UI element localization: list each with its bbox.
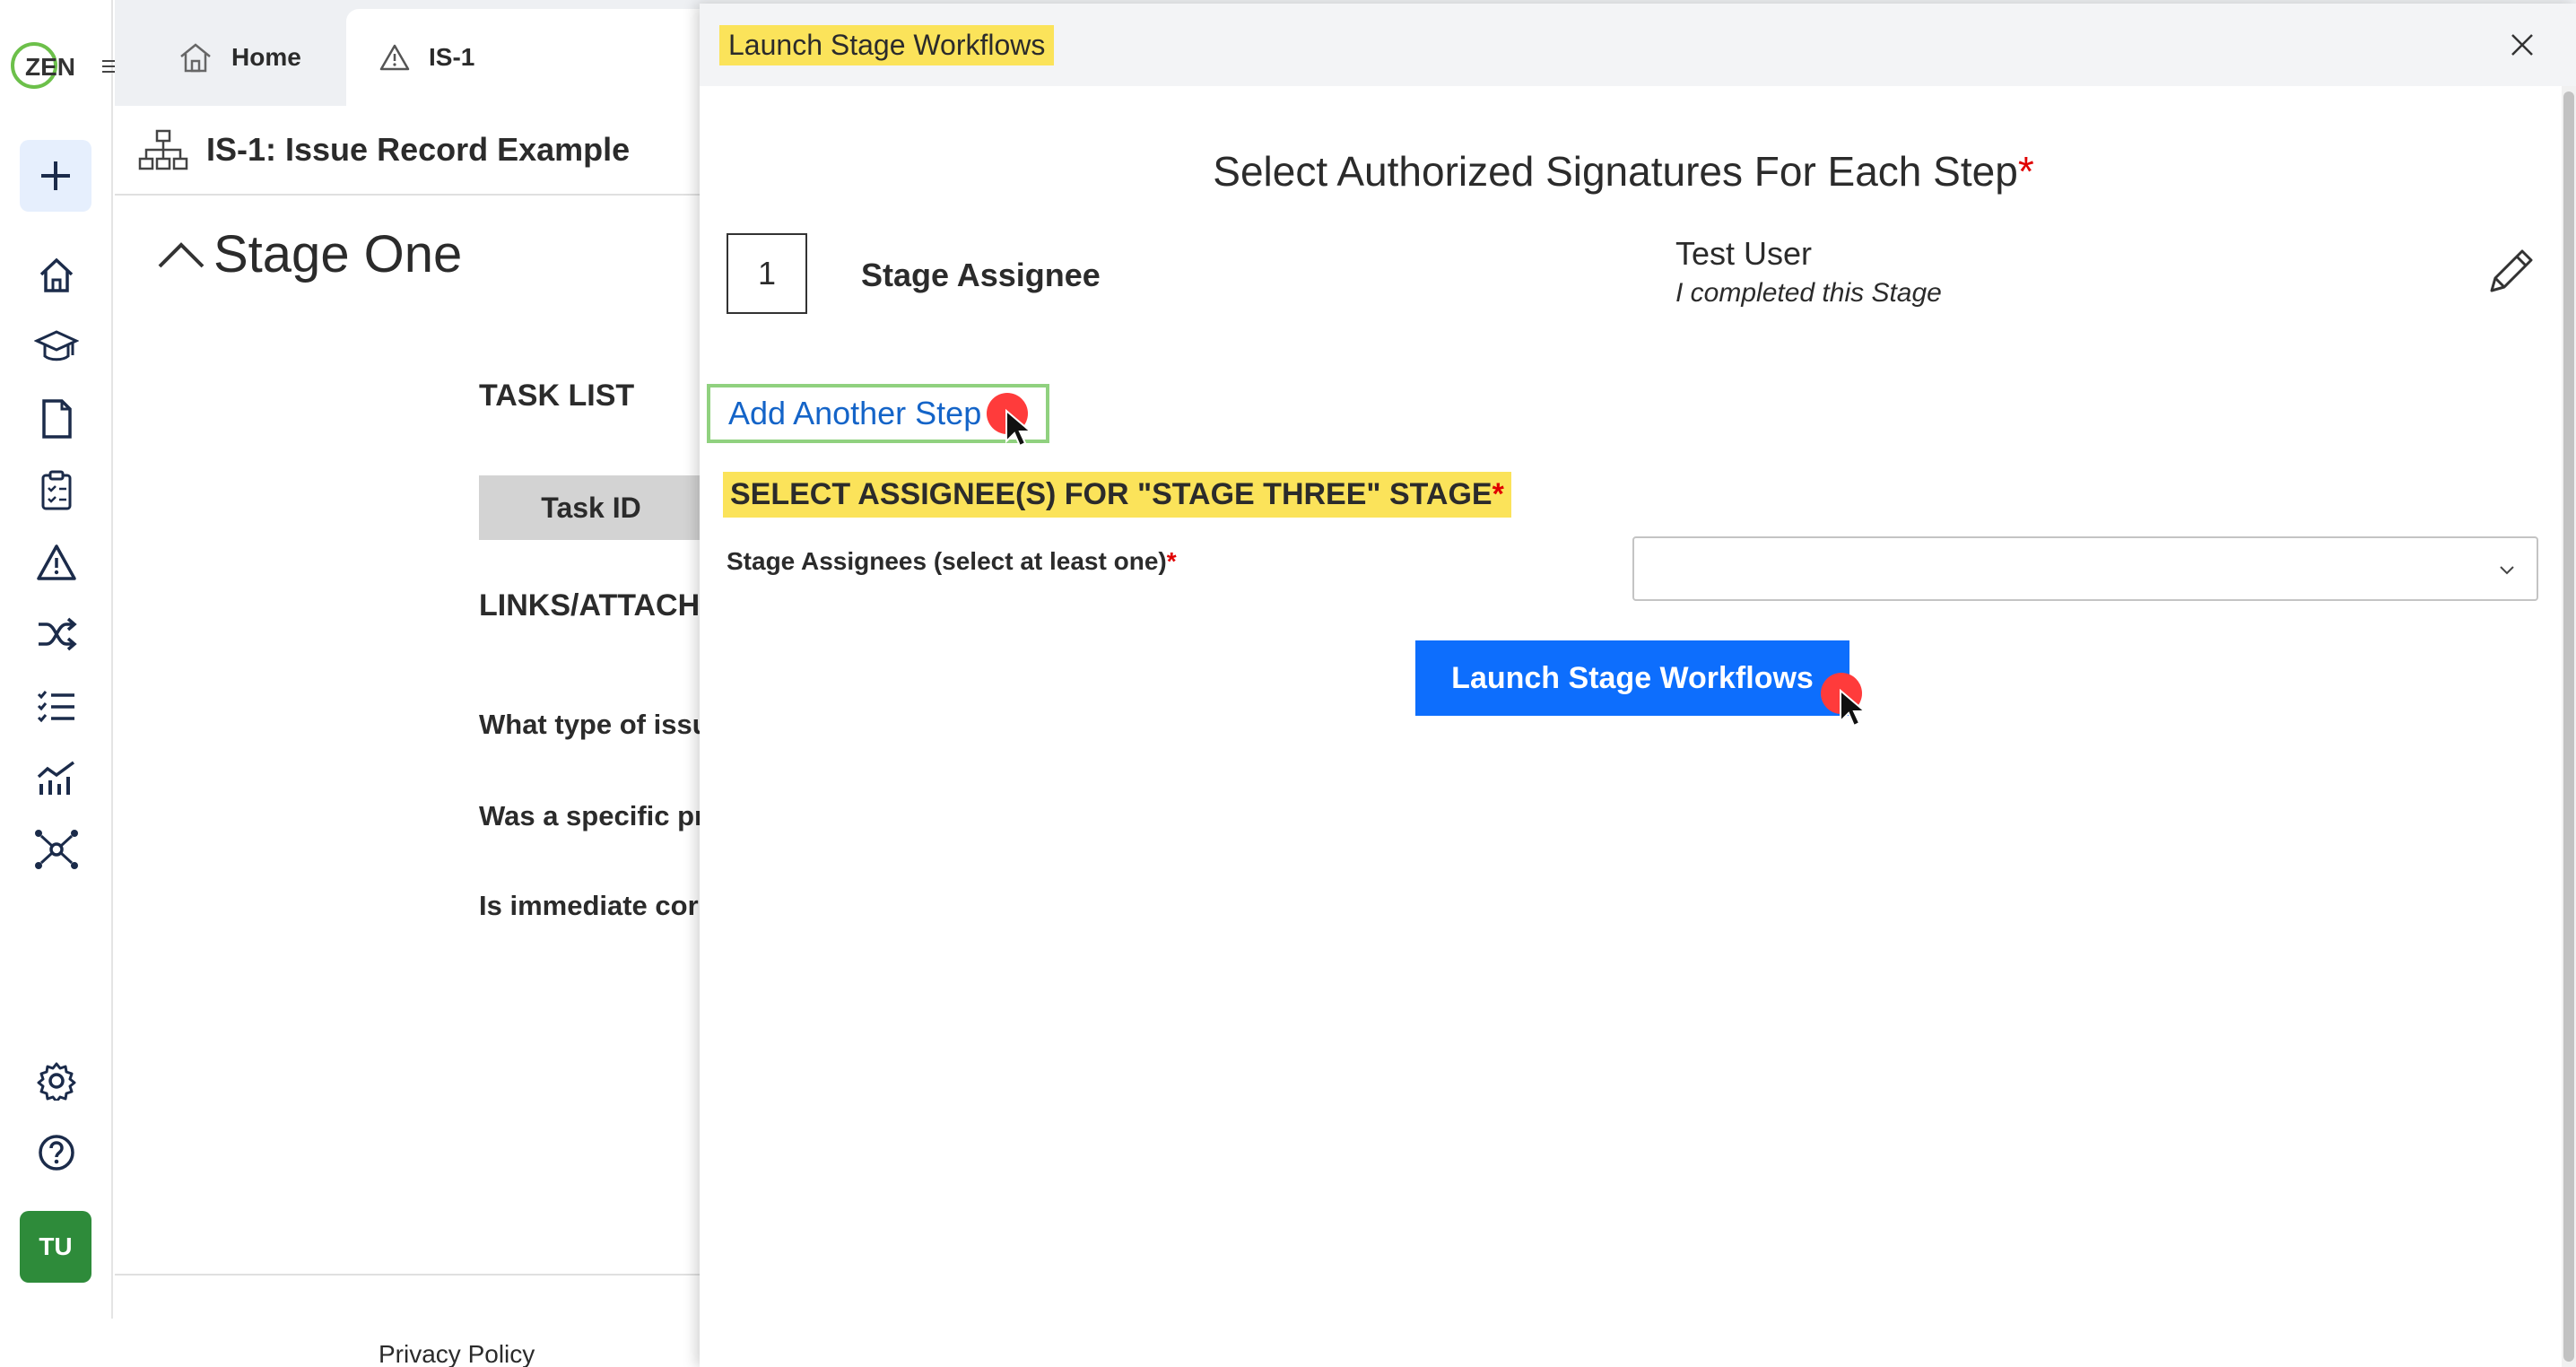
scrollbar-thumb[interactable]	[2563, 91, 2574, 1362]
close-panel-icon[interactable]	[2504, 27, 2540, 63]
stage-assignees-label: Stage Assignees (select at least one)*	[727, 547, 1177, 576]
step-role: Stage Assignee	[861, 257, 1101, 293]
nav-tasks[interactable]	[32, 682, 81, 730]
record-title: IS-1: Issue Record Example	[206, 131, 631, 168]
assignee-heading-text: SELECT ASSIGNEE(S) FOR "STAGE THREE" STA…	[730, 477, 1493, 511]
question-issue-type: What type of issu	[479, 709, 703, 740]
hierarchy-icon	[138, 129, 188, 170]
panel-title: Launch Stage Workflows	[719, 25, 1055, 65]
shuffle-icon	[39, 617, 77, 651]
edit-step-button[interactable]	[2483, 246, 2537, 300]
plus-icon	[41, 161, 70, 190]
step-user: Test User	[1675, 235, 1813, 272]
chevron-up-icon	[158, 241, 205, 267]
nav-settings[interactable]	[32, 1057, 81, 1105]
mouse-cursor-icon	[1005, 409, 1031, 448]
nav-training[interactable]	[32, 323, 81, 371]
panel-header: Launch Stage Workflows	[700, 4, 2576, 86]
home-icon	[180, 43, 211, 73]
step-signature-note: I completed this Stage	[1675, 278, 1942, 308]
stage-assignees-select[interactable]	[1632, 536, 2538, 601]
privacy-policy-link[interactable]: Privacy Policy	[379, 1340, 535, 1367]
footer-divider	[115, 1274, 725, 1276]
nav-help[interactable]	[32, 1128, 81, 1177]
create-new-button[interactable]	[20, 140, 91, 212]
checklist-icon	[37, 691, 74, 723]
signatures-title-text: Select Authorized Signatures For Each St…	[1213, 148, 2018, 195]
analytics-chart-icon	[37, 761, 75, 795]
tab-home-label: Home	[231, 43, 301, 71]
record-header: IS-1: Issue Record Example	[115, 106, 725, 196]
links-attachments-heading: LINKS/ATTACH	[479, 588, 701, 623]
question-immediate-correction: Is immediate cor	[479, 890, 699, 921]
nav-analytics[interactable]	[32, 753, 81, 802]
nav-workflows[interactable]	[32, 610, 81, 658]
document-icon	[42, 399, 72, 439]
signatures-title: Select Authorized Signatures For Each St…	[700, 147, 2547, 196]
nav-forms[interactable]	[32, 466, 81, 515]
zen-logo[interactable]: ZEN	[9, 39, 77, 91]
stage-header[interactable]: Stage One	[156, 224, 462, 284]
required-asterisk: *	[2017, 148, 2034, 195]
add-another-step-label: Add Another Step	[728, 395, 982, 431]
launch-stage-workflows-button[interactable]: Launch Stage Workflows	[1415, 640, 1849, 716]
left-navigation-rail: ZEN TU	[0, 0, 120, 1319]
step-number: 1	[727, 233, 807, 314]
clipboard-checklist-icon	[41, 470, 72, 510]
tab-is-1-label: IS-1	[429, 43, 475, 71]
mouse-cursor-icon	[1840, 689, 1866, 727]
launch-stage-workflows-panel: Launch Stage Workflows Select Authorized…	[700, 4, 2576, 1367]
stage-assignees-label-text: Stage Assignees (select at least one)	[727, 547, 1167, 575]
assignee-section-heading: SELECT ASSIGNEE(S) FOR "STAGE THREE" STA…	[723, 472, 1511, 518]
panel-scrollbar[interactable]	[2562, 86, 2576, 1367]
question-specific-product: Was a specific pr	[479, 800, 703, 832]
task-list-heading: TASK LIST	[479, 379, 635, 413]
user-avatar[interactable]: TU	[20, 1211, 91, 1283]
required-asterisk: *	[1492, 477, 1504, 511]
warning-icon	[379, 44, 410, 71]
help-icon	[39, 1135, 74, 1171]
warning-icon	[37, 544, 76, 580]
home-icon	[39, 257, 74, 292]
required-asterisk: *	[1166, 547, 1177, 575]
gear-icon	[37, 1062, 76, 1101]
nav-connections[interactable]	[32, 825, 81, 874]
logo-text: ZEN	[25, 53, 75, 81]
stage-title: Stage One	[213, 225, 463, 283]
nav-issues[interactable]	[32, 538, 81, 587]
nav-documents[interactable]	[32, 395, 81, 443]
graduation-cap-icon	[34, 330, 79, 361]
network-hub-icon	[35, 830, 78, 869]
task-id-column-header: Task ID	[479, 475, 703, 540]
chevron-down-icon	[2500, 566, 2514, 575]
nav-home[interactable]	[32, 251, 81, 300]
pencil-icon	[2490, 249, 2533, 292]
